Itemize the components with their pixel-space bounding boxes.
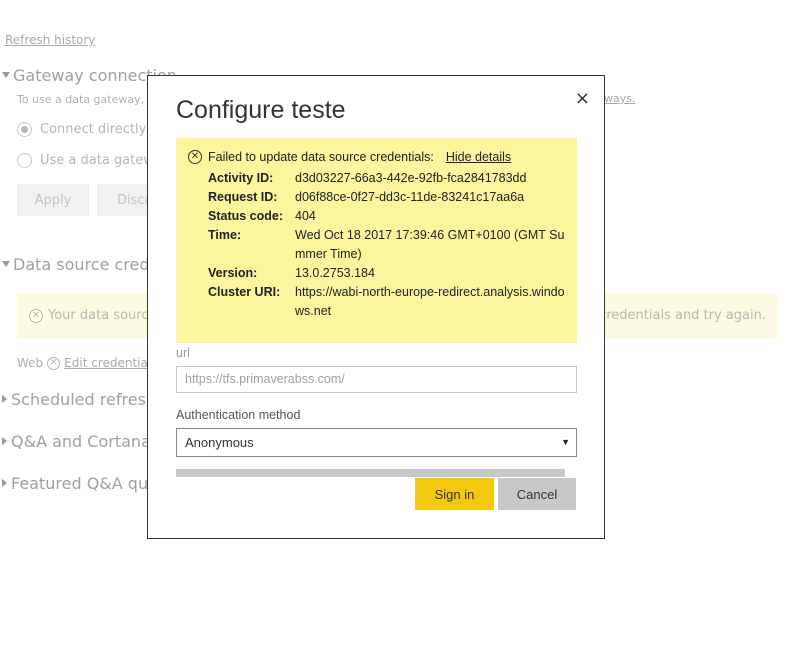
radio-unselected-icon [17, 153, 32, 168]
request-id-value: d06f88ce-0f27-dd3c-11de-83241c17aa6a [295, 190, 525, 204]
authentication-method-label: Authentication method [176, 408, 301, 422]
connect-directly-radio[interactable]: Connect directly [17, 122, 146, 137]
sign-in-button[interactable]: Sign in [415, 478, 494, 510]
request-id-key: Request ID: [208, 190, 278, 204]
hide-details-link[interactable]: Hide details [446, 150, 511, 164]
time-key: Time: [208, 228, 242, 242]
error-message: Failed to update data source credentials… [208, 150, 434, 164]
featured-qa-heading[interactable]: Featured Q&A que [2, 474, 158, 493]
cancel-button[interactable]: Cancel [498, 478, 576, 510]
cluster-uri-value: https://wabi-north-europe-redirect.analy… [295, 285, 565, 318]
apply-button[interactable]: Apply [17, 184, 89, 216]
horizontal-scrollbar[interactable] [176, 469, 565, 477]
error-circle-icon: ✕ [47, 356, 61, 370]
version-key: Version: [208, 266, 258, 280]
dialog-title: Configure teste [176, 96, 346, 124]
edit-credentials-link[interactable]: Edit credential [64, 356, 151, 370]
gateway-learn-more-link[interactable]: ways. [604, 92, 635, 105]
error-details-list: Activity ID: d3d03227-66a3-442e-92fb-fca… [208, 169, 565, 321]
gateway-description: To use a data gateway, [17, 93, 145, 106]
authentication-method-select[interactable]: Anonymous ▼ [176, 428, 577, 457]
time-value: Wed Oct 18 2017 17:39:46 GMT+0100 (GMT S… [295, 228, 565, 261]
use-gateway-radio[interactable]: Use a data gatew [17, 153, 154, 168]
data-source-credentials-heading[interactable]: Data source crede [2, 255, 159, 274]
dropdown-arrow-icon: ▼ [561, 437, 570, 447]
error-details-panel: ✕ Failed to update data source credentia… [176, 138, 577, 343]
status-code-key: Status code: [208, 209, 284, 223]
activity-id-key: Activity ID: [208, 171, 274, 185]
radio-selected-icon [17, 122, 32, 137]
url-label: url [176, 346, 190, 360]
authentication-method-value: Anonymous [185, 435, 254, 450]
refresh-history-link[interactable]: Refresh history [5, 33, 95, 47]
close-icon[interactable]: × [575, 88, 590, 109]
error-circle-icon: ✕ [29, 308, 43, 323]
configure-dialog: Configure teste × ✕ Failed to update dat… [147, 75, 605, 539]
warning-tail-text: r credentials and try again. [589, 308, 766, 323]
version-value: 13.0.2753.184 [295, 266, 375, 280]
error-circle-icon: ✕ [188, 150, 202, 164]
scheduled-refresh-heading[interactable]: Scheduled refresh [2, 390, 156, 409]
web-credential-row: Web ✕ Edit credential [17, 356, 152, 370]
cluster-uri-key: Cluster URI: [208, 285, 281, 299]
qa-cortana-heading[interactable]: Q&A and Cortana [2, 432, 151, 451]
status-code-value: 404 [295, 209, 316, 223]
url-input[interactable]: https://tfs.primaverabss.com/ [176, 366, 577, 393]
activity-id-value: d3d03227-66a3-442e-92fb-fca2841783dd [295, 171, 527, 185]
discard-button[interactable]: Disca [97, 184, 153, 216]
